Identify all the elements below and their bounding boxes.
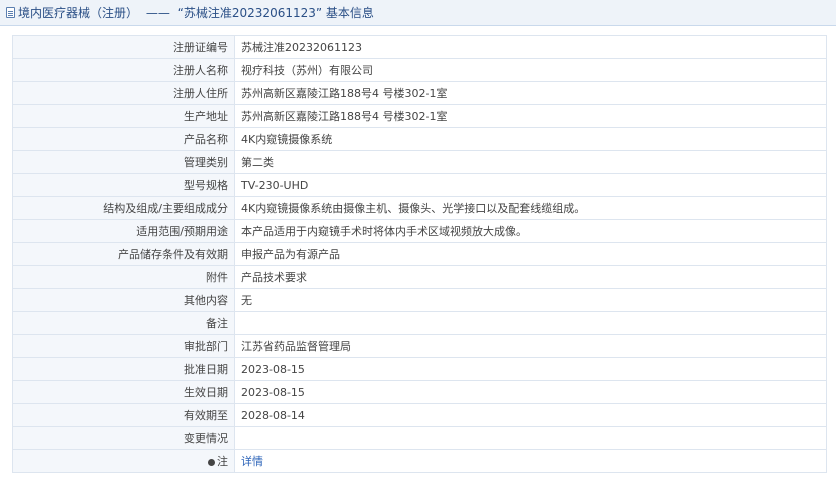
table-row: 附件 产品技术要求	[12, 265, 827, 289]
table-row: 批准日期 2023-08-15	[12, 357, 827, 381]
row-label-approval-department: 审批部门	[12, 334, 235, 358]
row-label-storage-validity: 产品储存条件及有效期	[12, 242, 235, 266]
row-label-expiry-date: 有效期至	[12, 403, 235, 427]
note-label-text: 注	[217, 455, 228, 468]
info-table-container: 注册证编号 苏械注准20232061123 注册人名称 视疗科技（苏州）有限公司…	[12, 35, 827, 473]
row-label-registration-number: 注册证编号	[12, 35, 235, 59]
table-row: 注册证编号 苏械注准20232061123	[12, 35, 827, 59]
table-row: 型号规格 TV-230-UHD	[12, 173, 827, 197]
table-row: 注册人住所 苏州高新区嘉陵江路188号4 号楼302-1室	[12, 81, 827, 105]
table-row: 备注	[12, 311, 827, 335]
header-registration-number: “苏械注准20232061123”	[177, 6, 323, 20]
row-value-registration-number: 苏械注准20232061123	[234, 35, 827, 59]
bullet-icon	[208, 458, 215, 466]
row-value-effective-date: 2023-08-15	[234, 380, 827, 404]
header-category: 境内医疗器械（注册）	[18, 6, 139, 20]
table-row: 产品名称 4K内窥镜摄像系统	[12, 127, 827, 151]
row-value-structure-composition: 4K内窥镜摄像系统由摄像主机、摄像头、光学接口以及配套线缆组成。	[234, 196, 827, 220]
row-value-expiry-date: 2028-08-14	[234, 403, 827, 427]
table-row: 适用范围/预期用途 本产品适用于内窥镜手术时将体内手术区域视频放大成像。	[12, 219, 827, 243]
row-value-approval-date: 2023-08-15	[234, 357, 827, 381]
row-label-attachments: 附件	[12, 265, 235, 289]
table-row: 注 详情	[12, 449, 827, 473]
row-value-registrant-address: 苏州高新区嘉陵江路188号4 号楼302-1室	[234, 81, 827, 105]
row-label-model-spec: 型号规格	[12, 173, 235, 197]
table-row: 审批部门 江苏省药品监督管理局	[12, 334, 827, 358]
table-row: 生效日期 2023-08-15	[12, 380, 827, 404]
row-value-other-content: 无	[234, 288, 827, 312]
table-row: 其他内容 无	[12, 288, 827, 312]
document-icon	[6, 7, 15, 18]
row-value-production-address: 苏州高新区嘉陵江路188号4 号楼302-1室	[234, 104, 827, 128]
row-label-change-history: 变更情况	[12, 426, 235, 450]
row-value-product-name: 4K内窥镜摄像系统	[234, 127, 827, 151]
row-label-management-category: 管理类别	[12, 150, 235, 174]
row-label-remarks: 备注	[12, 311, 235, 335]
table-row: 结构及组成/主要组成成分 4K内窥镜摄像系统由摄像主机、摄像头、光学接口以及配套…	[12, 196, 827, 220]
row-value-remarks	[234, 311, 827, 335]
row-label-note: 注	[12, 449, 235, 473]
row-label-approval-date: 批准日期	[12, 357, 235, 381]
row-label-registrant-name: 注册人名称	[12, 58, 235, 82]
row-value-change-history	[234, 426, 827, 450]
page-header: 境内医疗器械（注册） —— “苏械注准20232061123” 基本信息	[0, 0, 836, 26]
table-row: 生产地址 苏州高新区嘉陵江路188号4 号楼302-1室	[12, 104, 827, 128]
row-value-registrant-name: 视疗科技（苏州）有限公司	[234, 58, 827, 82]
details-link[interactable]: 详情	[241, 455, 263, 468]
row-label-intended-use: 适用范围/预期用途	[12, 219, 235, 243]
row-value-model-spec: TV-230-UHD	[234, 173, 827, 197]
header-suffix: 基本信息	[325, 6, 374, 20]
row-value-management-category: 第二类	[234, 150, 827, 174]
table-row: 有效期至 2028-08-14	[12, 403, 827, 427]
row-label-product-name: 产品名称	[12, 127, 235, 151]
row-value-storage-validity: 申报产品为有源产品	[234, 242, 827, 266]
page-title: 境内医疗器械（注册） —— “苏械注准20232061123” 基本信息	[18, 4, 374, 21]
row-value-attachments: 产品技术要求	[234, 265, 827, 289]
row-value-note: 详情	[234, 449, 827, 473]
header-separator: ——	[145, 6, 170, 20]
row-label-production-address: 生产地址	[12, 104, 235, 128]
row-label-effective-date: 生效日期	[12, 380, 235, 404]
table-row: 产品储存条件及有效期 申报产品为有源产品	[12, 242, 827, 266]
row-label-registrant-address: 注册人住所	[12, 81, 235, 105]
row-label-structure-composition: 结构及组成/主要组成成分	[12, 196, 235, 220]
table-row: 管理类别 第二类	[12, 150, 827, 174]
table-row: 变更情况	[12, 426, 827, 450]
basic-info-table: 注册证编号 苏械注准20232061123 注册人名称 视疗科技（苏州）有限公司…	[12, 35, 827, 473]
row-value-approval-department: 江苏省药品监督管理局	[234, 334, 827, 358]
row-label-other-content: 其他内容	[12, 288, 235, 312]
row-value-intended-use: 本产品适用于内窥镜手术时将体内手术区域视频放大成像。	[234, 219, 827, 243]
table-row: 注册人名称 视疗科技（苏州）有限公司	[12, 58, 827, 82]
